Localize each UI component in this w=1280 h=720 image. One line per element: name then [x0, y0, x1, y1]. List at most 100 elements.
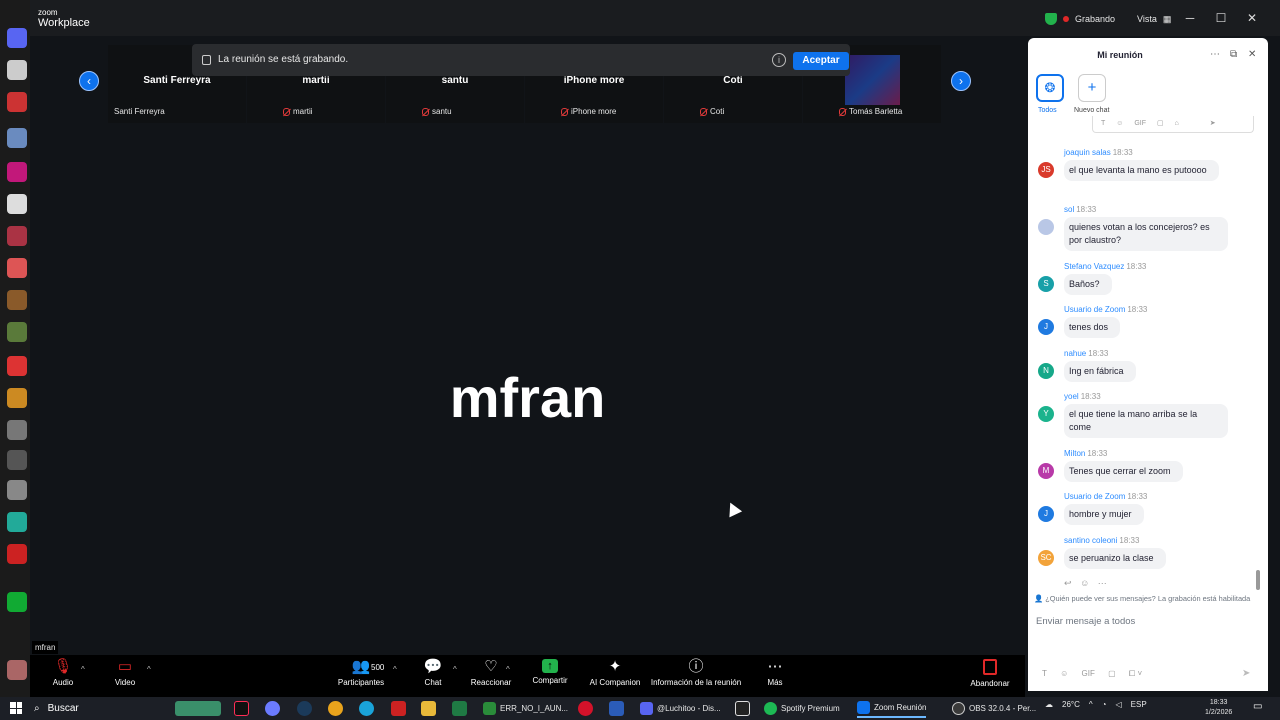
close-chat-icon[interactable]: ✕ — [1248, 49, 1256, 60]
chat-scrollbar[interactable] — [1256, 570, 1260, 590]
meeting-info-button[interactable]: ⓘ Información de la reunión — [650, 659, 742, 695]
info-icon[interactable]: i — [772, 53, 786, 67]
chat-privacy-note[interactable]: 👤 ¿Quién puede ver sus mensajes? La grab… — [1034, 594, 1264, 603]
screenshot-icon[interactable]: ▢ — [1157, 120, 1164, 127]
message-sender[interactable]: Usuario de Zoom — [1064, 305, 1125, 314]
message-sender[interactable]: Milton — [1064, 449, 1085, 458]
gallery-next-arrow[interactable]: › — [951, 71, 971, 91]
network-icon[interactable]: ◔ — [1102, 700, 1107, 709]
message-sender[interactable]: nahue — [1064, 349, 1086, 358]
taskbar-app[interactable]: OBS 32.0.4 - Per... — [952, 699, 1036, 718]
desktop-app-icon[interactable] — [7, 356, 27, 376]
desktop-app-icon[interactable] — [7, 322, 27, 342]
ai-companion-button[interactable]: ✦ AI Companion — [588, 659, 642, 695]
avatar[interactable]: J — [1038, 506, 1054, 522]
avatar[interactable]: SC — [1038, 550, 1054, 566]
security-shield-icon[interactable] — [1045, 13, 1057, 25]
steam-icon[interactable] — [297, 701, 312, 716]
pop-out-icon[interactable]: ⧉ — [1230, 49, 1237, 60]
sound-icon[interactable]: ◁ — [1115, 700, 1121, 709]
app-icon[interactable] — [391, 701, 406, 716]
desktop-app-icon[interactable] — [7, 162, 27, 182]
tab-all[interactable]: ❂ — [1036, 74, 1064, 102]
avatar[interactable] — [1038, 219, 1054, 235]
desktop-app-icon[interactable] — [7, 290, 27, 310]
leave-button[interactable]: Abandonar — [970, 659, 1010, 695]
message-sender[interactable]: Stefano Vazquez — [1064, 262, 1124, 271]
tab-new-chat[interactable]: + — [1078, 74, 1106, 102]
notification-icon[interactable]: ▭ — [1253, 701, 1262, 712]
chat-options-caret-icon[interactable]: ^ — [453, 665, 457, 674]
avatar[interactable]: N — [1038, 363, 1054, 379]
desktop-app-icon[interactable] — [7, 60, 27, 80]
share-button[interactable]: ↑ Compartir — [530, 659, 570, 695]
accept-button[interactable]: Aceptar — [793, 52, 849, 70]
avatar[interactable]: Y — [1038, 406, 1054, 422]
desktop-app-icon[interactable] — [7, 420, 27, 440]
desktop-app-icon[interactable] — [7, 92, 27, 112]
view-button[interactable]: Vista — [1137, 14, 1157, 24]
capcut-icon[interactable] — [735, 701, 750, 716]
desktop-app-icon[interactable] — [7, 258, 27, 278]
taskbar-clock[interactable]: 18:33 1/2/2026 — [1205, 698, 1232, 718]
edge-icon[interactable] — [359, 701, 374, 716]
file-icon[interactable]: ⌂ — [1175, 120, 1179, 127]
message-sender[interactable]: Usuario de Zoom — [1064, 492, 1125, 501]
desktop-app-icon[interactable] — [7, 226, 27, 246]
taskbar-app[interactable]: Spotify Premium — [764, 699, 840, 718]
widgets-icon[interactable] — [175, 701, 221, 716]
avatar[interactable]: J — [1038, 319, 1054, 335]
taskbar-app[interactable]: Zoom Reunión — [857, 699, 927, 718]
reaction-icon[interactable]: ☺ — [1080, 578, 1089, 588]
weather-label[interactable]: 26°C — [1062, 700, 1080, 709]
chevron-up-icon[interactable]: ^ — [1089, 700, 1093, 709]
desktop-app-icon[interactable] — [7, 450, 27, 470]
participant-video-thumbnail[interactable] — [845, 55, 900, 105]
video-button[interactable]: ▭ Video — [112, 659, 138, 695]
chat-message-input[interactable] — [1036, 613, 1256, 629]
screenshot-icon[interactable]: ⧠ ˅ — [1129, 669, 1142, 678]
participants-options-caret-icon[interactable]: ^ — [393, 665, 397, 674]
desktop-app-icon[interactable] — [7, 128, 27, 148]
avatar[interactable]: JS — [1038, 162, 1054, 178]
gif-icon[interactable]: GIF — [1134, 120, 1146, 127]
opera-icon[interactable] — [578, 701, 593, 716]
emoji-icon[interactable]: ☺ — [1060, 669, 1068, 678]
desktop-app-icon[interactable] — [7, 480, 27, 500]
discord-icon[interactable] — [7, 28, 27, 48]
desktop-app-icon[interactable] — [7, 660, 27, 680]
audio-options-caret-icon[interactable]: ^ — [81, 665, 85, 674]
desktop-app-icon[interactable] — [7, 544, 27, 564]
desktop-app-icon[interactable] — [7, 194, 27, 214]
emoji-icon[interactable]: ☺ — [1116, 120, 1123, 127]
avatar[interactable]: M — [1038, 463, 1054, 479]
tiktok-icon[interactable] — [234, 701, 249, 716]
taskbar-app[interactable]: ERR_NO_I_AUN... — [483, 699, 568, 718]
gif-icon[interactable]: GIF — [1082, 669, 1095, 678]
react-options-caret-icon[interactable]: ^ — [506, 665, 510, 674]
excel-icon[interactable] — [452, 701, 467, 716]
recording-status[interactable]: Grabando Vista ▦ — [1045, 11, 1171, 27]
desktop-app-icon[interactable] — [7, 592, 27, 612]
language-indicator[interactable]: ESP — [1131, 700, 1147, 709]
more-options-icon[interactable]: ⋯ — [1210, 49, 1220, 60]
gallery-prev-arrow[interactable]: ‹ — [79, 71, 99, 91]
desktop-app-icon[interactable] — [7, 388, 27, 408]
send-icon[interactable]: ➤ — [1210, 120, 1216, 127]
file-icon[interactable]: ▢ — [1108, 669, 1116, 678]
message-sender[interactable]: santino coleoni — [1064, 536, 1117, 545]
desktop-app-icon[interactable] — [7, 512, 27, 532]
send-icon[interactable]: ➤ — [1242, 668, 1250, 679]
close-icon[interactable]: ✕ — [1244, 10, 1260, 26]
message-sender[interactable]: joaquin salas — [1064, 148, 1111, 157]
message-more-icon[interactable]: ⋯ — [1098, 578, 1107, 588]
text-format-icon[interactable]: T — [1101, 120, 1105, 127]
video-options-caret-icon[interactable]: ^ — [147, 665, 151, 674]
message-sender[interactable]: yoel — [1064, 392, 1079, 401]
folder-icon[interactable] — [421, 701, 436, 716]
maximize-icon[interactable]: ☐ — [1213, 10, 1229, 26]
taskbar-search[interactable]: ⌕ Buscar — [34, 700, 79, 717]
taskbar-app[interactable]: @Luchitoo - Dis... — [640, 699, 721, 718]
audio-button[interactable]: 🎙 Audio — [50, 659, 76, 695]
reply-icon[interactable]: ↩ — [1064, 578, 1072, 588]
